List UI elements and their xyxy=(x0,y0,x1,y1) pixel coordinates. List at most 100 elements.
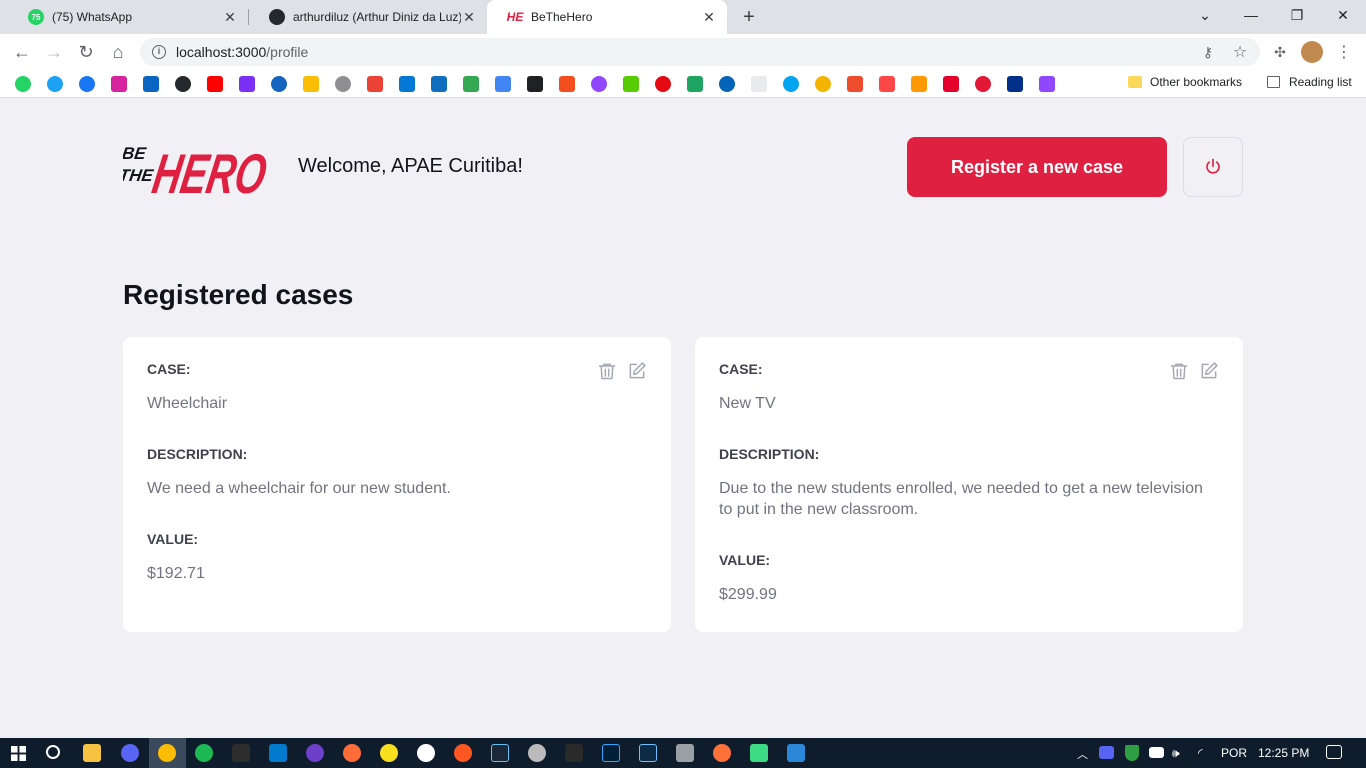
address-bar[interactable]: i localhost:3000/profile xyxy=(140,38,1260,66)
apple-icon[interactable] xyxy=(335,76,351,92)
tab-bethehero[interactable]: HE BeTheHero ✕ xyxy=(487,0,727,34)
case-value: $192.71 xyxy=(147,565,205,582)
close-icon[interactable]: ✕ xyxy=(222,9,238,26)
register-case-button[interactable]: Register a new case xyxy=(907,137,1167,197)
delete-button[interactable] xyxy=(1169,361,1189,381)
gmail-icon[interactable] xyxy=(367,76,383,92)
app-icon[interactable] xyxy=(454,744,472,762)
onedrive-icon[interactable] xyxy=(719,76,735,92)
tab-whatsapp[interactable]: 75 (75) WhatsApp ✕ xyxy=(8,0,248,34)
edit-button[interactable] xyxy=(1199,361,1219,381)
reload-icon[interactable]: ↻ xyxy=(74,40,98,64)
tab-title: BeTheHero xyxy=(531,10,593,24)
avatar[interactable] xyxy=(1300,40,1324,64)
suap-icon[interactable] xyxy=(751,76,767,92)
discord-tray-icon[interactable] xyxy=(1099,746,1114,759)
github-icon[interactable] xyxy=(175,76,191,92)
file-explorer-icon[interactable] xyxy=(83,744,101,762)
shopee-icon[interactable] xyxy=(847,76,863,92)
app-icon[interactable] xyxy=(380,744,398,762)
instagram-icon[interactable] xyxy=(111,76,127,92)
search-icon[interactable] xyxy=(46,745,60,759)
keep-icon[interactable] xyxy=(303,76,319,92)
drive-icon[interactable] xyxy=(687,76,703,92)
edit-button[interactable] xyxy=(627,361,647,381)
forward-icon[interactable]: → xyxy=(42,40,66,64)
youtube-icon[interactable] xyxy=(207,76,223,92)
windows-start-icon[interactable] xyxy=(11,746,26,761)
app-icon[interactable] xyxy=(655,76,671,92)
language-indicator[interactable]: POR xyxy=(1221,746,1247,760)
star-icon[interactable]: ☆ xyxy=(1228,40,1252,64)
classroom-icon[interactable] xyxy=(463,76,479,92)
twitter-icon[interactable] xyxy=(47,76,63,92)
paypal-icon[interactable] xyxy=(1007,76,1023,92)
linkedin-icon[interactable] xyxy=(143,76,159,92)
restore-button[interactable]: ❐ xyxy=(1274,0,1320,30)
photoshop-icon[interactable] xyxy=(602,744,620,762)
home-icon[interactable]: ⌂ xyxy=(106,40,130,64)
vscode-icon[interactable] xyxy=(269,744,287,762)
app-icon[interactable] xyxy=(815,76,831,92)
info-icon[interactable]: i xyxy=(152,45,166,59)
twitch-icon[interactable] xyxy=(1039,76,1055,92)
close-icon[interactable]: ✕ xyxy=(461,9,477,26)
epic-games-icon[interactable] xyxy=(565,744,583,762)
mastodon-icon[interactable] xyxy=(239,76,255,92)
app-icon[interactable] xyxy=(943,76,959,92)
github-desktop-icon[interactable] xyxy=(306,744,324,762)
menu-icon[interactable]: ⋮ xyxy=(1332,40,1356,64)
close-window-button[interactable]: ✕ xyxy=(1320,0,1366,30)
spotify-icon[interactable] xyxy=(195,744,213,762)
app-icon[interactable] xyxy=(528,744,546,762)
figma-icon[interactable] xyxy=(559,76,575,92)
key-icon[interactable]: ⚷ xyxy=(1196,40,1220,64)
play-icon[interactable] xyxy=(271,76,287,92)
app-icon[interactable] xyxy=(417,744,435,762)
app-icon[interactable] xyxy=(639,744,657,762)
url-text[interactable]: localhost:3000/profile xyxy=(176,44,308,60)
logout-button[interactable] xyxy=(1183,137,1243,197)
facebook-icon[interactable] xyxy=(79,76,95,92)
volume-icon[interactable]: 🕪 xyxy=(1172,746,1180,761)
app-icon[interactable] xyxy=(591,76,607,92)
translate-icon[interactable] xyxy=(495,76,511,92)
lichess-icon[interactable] xyxy=(527,76,543,92)
amazon-icon[interactable] xyxy=(911,76,927,92)
postman-icon[interactable] xyxy=(343,744,361,762)
steam-icon[interactable] xyxy=(491,744,509,762)
clock[interactable]: 12:25 PM xyxy=(1258,746,1309,760)
new-tab-button[interactable]: + xyxy=(738,6,760,28)
firefox-icon[interactable] xyxy=(713,744,731,762)
case-label: CASE: xyxy=(147,361,191,377)
reading-list[interactable]: Reading list xyxy=(1267,75,1352,89)
other-bookmarks-folder[interactable]: Other bookmarks xyxy=(1128,75,1242,89)
battery-icon[interactable] xyxy=(1149,747,1164,758)
chevron-up-icon[interactable]: ︿ xyxy=(1077,746,1088,762)
app-icon[interactable] xyxy=(975,76,991,92)
android-studio-icon[interactable] xyxy=(750,744,768,762)
todo-icon[interactable] xyxy=(431,76,447,92)
wifi-icon[interactable]: ◜ xyxy=(1198,746,1203,760)
tab-search-icon[interactable]: ⌄ xyxy=(1182,0,1228,30)
case-title: Wheelchair xyxy=(147,395,228,412)
app-icon[interactable] xyxy=(787,744,805,762)
whatsapp-icon[interactable] xyxy=(15,76,31,92)
delete-button[interactable] xyxy=(597,361,617,381)
aliexpress-icon[interactable] xyxy=(879,76,895,92)
close-icon[interactable]: ✕ xyxy=(701,9,717,26)
extensions-icon[interactable]: ✣ xyxy=(1268,40,1292,64)
terminal-icon[interactable] xyxy=(232,744,250,762)
minimize-button[interactable]: — xyxy=(1228,0,1274,30)
chrome-icon[interactable] xyxy=(158,744,176,762)
outlook-icon[interactable] xyxy=(399,76,415,92)
notifications-icon[interactable] xyxy=(1326,745,1342,759)
back-icon[interactable]: ← xyxy=(10,40,34,64)
discord-icon[interactable] xyxy=(121,744,139,762)
app-icon[interactable] xyxy=(783,76,799,92)
calculator-icon[interactable] xyxy=(676,744,694,762)
tab-github[interactable]: arthurdiluz (Arthur Diniz da Luz) ✕ xyxy=(249,0,487,34)
duolingo-icon[interactable] xyxy=(623,76,639,92)
description-label: DESCRIPTION: xyxy=(147,446,248,462)
security-icon[interactable] xyxy=(1125,745,1139,761)
